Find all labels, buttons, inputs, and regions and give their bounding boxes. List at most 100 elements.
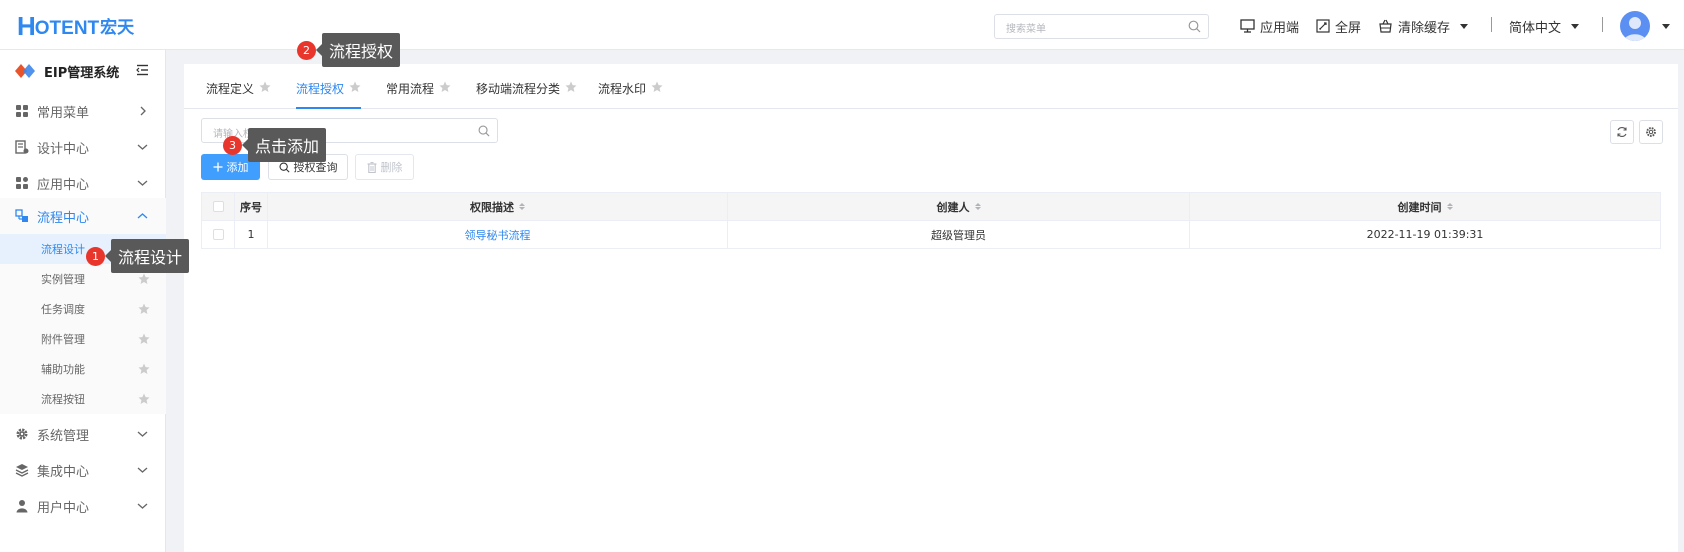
clear-cache-dropdown[interactable]: 清除缓存 bbox=[1378, 16, 1469, 36]
top-header: H OTENT 宏天 搜索菜单 应用端 全屏 清除缓存 简体中文 bbox=[0, 0, 1684, 50]
tab-mobile-flow-category[interactable]: 移动端流程分类 bbox=[476, 80, 577, 109]
sort-icon[interactable] bbox=[519, 203, 525, 210]
tab-bar: 流程定义 流程授权 常用流程 移动端流程分类 流程水印 bbox=[184, 64, 1678, 109]
column-header-label: 序号 bbox=[240, 200, 262, 214]
tab-label: 流程水印 bbox=[598, 82, 647, 96]
star-icon[interactable] bbox=[138, 273, 150, 285]
row-creator-value: 超级管理员 bbox=[931, 228, 986, 242]
column-header-created[interactable]: 创建时间 bbox=[1190, 193, 1660, 220]
collapse-menu-icon[interactable] bbox=[136, 64, 149, 76]
sidebar-subitem-label: 实例管理 bbox=[41, 273, 85, 286]
row-desc-link[interactable]: 领导秘书流程 bbox=[465, 227, 531, 243]
sidebar-item-label: 常用菜单 bbox=[37, 105, 90, 121]
language-label: 简体中文 bbox=[1509, 20, 1562, 36]
tab-label: 移动端流程分类 bbox=[476, 82, 561, 96]
row-checkbox[interactable] bbox=[212, 229, 224, 240]
star-icon[interactable] bbox=[138, 333, 150, 345]
sidebar-item-label: 流程中心 bbox=[37, 210, 90, 226]
chevron-down-icon bbox=[1662, 24, 1670, 29]
sidebar-item-app-center[interactable]: 应用中心 bbox=[0, 165, 166, 201]
system-title: EIP管理系统 bbox=[0, 50, 166, 92]
star-icon[interactable] bbox=[439, 81, 451, 93]
column-header-desc[interactable]: 权限描述 bbox=[268, 193, 728, 220]
sidebar-item-flow-center[interactable]: 流程中心 bbox=[0, 198, 166, 234]
chevron-down-icon bbox=[137, 429, 148, 439]
star-icon[interactable] bbox=[259, 81, 271, 93]
tab-common-flow[interactable]: 常用流程 bbox=[386, 80, 451, 109]
settings-button[interactable] bbox=[1639, 120, 1663, 144]
star-icon[interactable] bbox=[651, 81, 663, 93]
sidebar-subitem-flow-buttons[interactable]: 流程按钮 bbox=[0, 384, 166, 414]
logo[interactable]: H OTENT 宏天 bbox=[17, 13, 134, 39]
logo-text: OTENT bbox=[34, 18, 100, 39]
star-icon[interactable] bbox=[565, 81, 577, 93]
app-client-button[interactable]: 应用端 bbox=[1240, 16, 1299, 36]
sidebar-item-label: 系统管理 bbox=[37, 428, 90, 444]
sidebar-subitem-task-schedule[interactable]: 任务调度 bbox=[0, 294, 166, 324]
menu-search-placeholder: 搜索菜单 bbox=[1006, 24, 1046, 35]
callout-step-3: 3 点击添加 bbox=[223, 128, 327, 162]
tab-flow-authorization[interactable]: 流程授权 bbox=[296, 80, 362, 109]
chevron-down-icon bbox=[1460, 23, 1469, 29]
chevron-down-icon bbox=[1571, 23, 1580, 29]
language-dropdown[interactable]: 简体中文 bbox=[1509, 16, 1580, 36]
table-header: 序号 权限描述 创建人 创建时间 bbox=[201, 192, 1661, 221]
apps-icon bbox=[15, 176, 29, 190]
refresh-icon bbox=[1616, 126, 1628, 138]
star-icon[interactable] bbox=[138, 393, 150, 405]
search-icon[interactable] bbox=[1188, 20, 1201, 33]
system-logo-icon bbox=[14, 63, 36, 79]
callout-step-2: 2 流程授权 bbox=[297, 33, 401, 67]
column-header-label: 权限描述 bbox=[470, 200, 514, 214]
basket-icon bbox=[1378, 19, 1393, 33]
star-icon[interactable] bbox=[138, 363, 150, 375]
sidebar-item-design-center[interactable]: 设计中心 bbox=[0, 129, 166, 165]
select-all-cell bbox=[202, 193, 235, 220]
star-icon[interactable] bbox=[138, 303, 150, 315]
sort-icon[interactable] bbox=[1446, 203, 1453, 210]
delete-button-label: 删除 bbox=[380, 161, 403, 174]
avatar[interactable] bbox=[1620, 11, 1650, 41]
tab-label: 流程授权 bbox=[296, 82, 345, 96]
layers-icon bbox=[15, 463, 29, 477]
select-all-checkbox[interactable] bbox=[212, 201, 224, 212]
tab-flow-definition[interactable]: 流程定义 bbox=[206, 80, 271, 109]
table-row[interactable]: 1 领导秘书流程 超级管理员 2022-11-19 01:39:31 bbox=[201, 221, 1661, 249]
user-menu-caret[interactable] bbox=[1662, 24, 1670, 29]
callout-badge: 3 bbox=[223, 135, 242, 155]
tab-flow-watermark[interactable]: 流程水印 bbox=[598, 80, 663, 109]
menu-search-input[interactable]: 搜索菜单 bbox=[994, 14, 1209, 39]
sidebar-subitem-label: 流程设计 bbox=[41, 243, 85, 256]
divider bbox=[1491, 17, 1492, 32]
chevron-down-icon bbox=[137, 178, 148, 188]
main-content: 流程定义 流程授权 常用流程 移动端流程分类 流程水印 请输入权限描述查询 bbox=[184, 64, 1678, 552]
sidebar-item-common-menu[interactable]: 常用菜单 bbox=[0, 93, 166, 129]
chevron-right-icon bbox=[138, 106, 148, 116]
column-header-creator[interactable]: 创建人 bbox=[728, 193, 1190, 220]
refresh-button[interactable] bbox=[1610, 120, 1634, 144]
sidebar-subitem-attachment-manage[interactable]: 附件管理 bbox=[0, 324, 166, 354]
clear-cache-label: 清除缓存 bbox=[1398, 20, 1451, 36]
sidebar-subitem-aux-functions[interactable]: 辅助功能 bbox=[0, 354, 166, 384]
sort-icon[interactable] bbox=[974, 203, 981, 210]
sidebar-item-user-center[interactable]: 用户中心 bbox=[0, 488, 166, 524]
chevron-down-icon bbox=[137, 501, 148, 511]
user-icon bbox=[15, 499, 29, 513]
column-header-index: 序号 bbox=[235, 193, 268, 220]
star-icon[interactable] bbox=[349, 81, 361, 93]
grid-icon bbox=[15, 104, 29, 118]
row-index-value: 1 bbox=[247, 228, 255, 241]
row-desc: 领导秘书流程 bbox=[268, 221, 728, 248]
tab-label: 流程定义 bbox=[206, 82, 255, 96]
logo-h: H bbox=[17, 11, 36, 41]
fullscreen-button[interactable]: 全屏 bbox=[1316, 16, 1361, 36]
sidebar-item-system-manage[interactable]: 系统管理 bbox=[0, 416, 166, 452]
delete-button[interactable]: 删除 bbox=[355, 154, 414, 180]
sidebar-item-integration-center[interactable]: 集成中心 bbox=[0, 452, 166, 488]
row-created-value: 2022-11-19 01:39:31 bbox=[1366, 228, 1484, 241]
row-created: 2022-11-19 01:39:31 bbox=[1190, 221, 1660, 248]
row-index: 1 bbox=[235, 221, 268, 248]
gear-icon bbox=[15, 427, 29, 441]
search-icon[interactable] bbox=[478, 125, 490, 137]
fullscreen-label: 全屏 bbox=[1335, 20, 1362, 36]
